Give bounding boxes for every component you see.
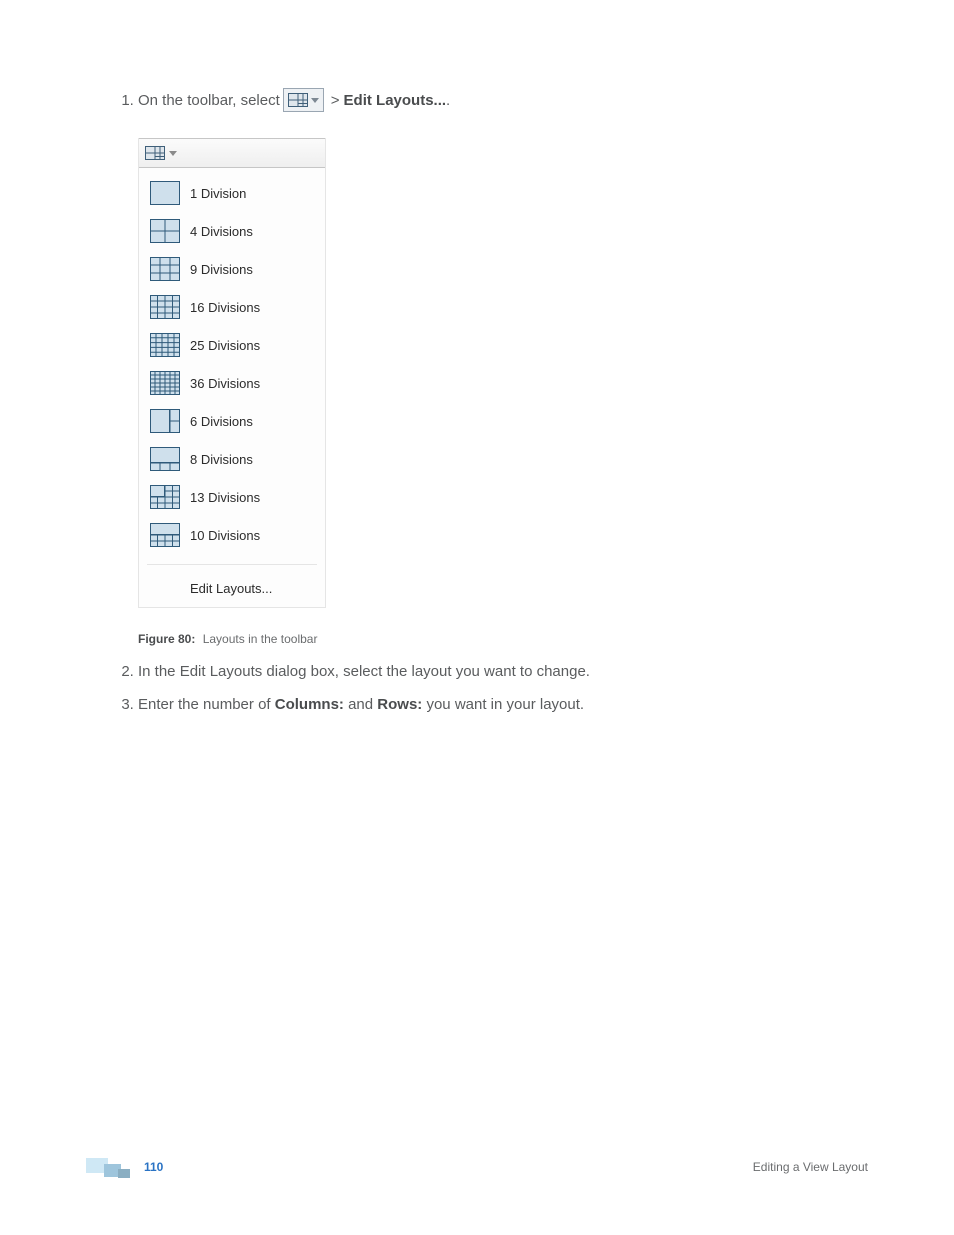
layout-grid-icon bbox=[149, 219, 180, 243]
layout-grid-icon bbox=[149, 181, 180, 205]
layout-grid-icon bbox=[149, 523, 180, 547]
layout-option-label: 16 Divisions bbox=[190, 300, 260, 315]
step-3: Enter the number of Columns: and Rows: y… bbox=[138, 693, 868, 716]
layout-option[interactable]: 8 Divisions bbox=[139, 440, 325, 478]
layout-option[interactable]: 10 Divisions bbox=[139, 516, 325, 554]
page-number: 110 bbox=[144, 1160, 163, 1174]
layout-option[interactable]: 6 Divisions bbox=[139, 402, 325, 440]
chevron-down-icon bbox=[169, 151, 177, 156]
dropdown-edit-layouts[interactable]: Edit Layouts... bbox=[139, 569, 325, 607]
layout-grid-icon bbox=[149, 257, 180, 281]
page-footer: 110 Editing a View Layout bbox=[86, 1155, 868, 1179]
layout-grid-icon bbox=[149, 371, 180, 395]
dropdown-separator bbox=[147, 564, 317, 565]
layout-option-label: 8 Divisions bbox=[190, 452, 253, 467]
layout-option-label: 9 Divisions bbox=[190, 262, 253, 277]
document-page: On the toolbar, select > Edit Layouts...… bbox=[0, 0, 954, 1235]
step-2: In the Edit Layouts dialog box, select t… bbox=[138, 660, 868, 683]
step1-separator: > bbox=[331, 89, 340, 112]
layout-option[interactable]: 13 Divisions bbox=[139, 478, 325, 516]
layout-option-label: 13 Divisions bbox=[190, 490, 260, 505]
step3-bold1: Columns: bbox=[275, 696, 344, 713]
layout-grid-icon bbox=[149, 447, 180, 471]
layout-grid-icon bbox=[288, 93, 308, 107]
dropdown-body: 1 Division 4 Divisions 9 Divisions 16 Divis… bbox=[139, 168, 325, 560]
layouts-dropdown-figure: 1 Division 4 Divisions 9 Divisions 16 Divis… bbox=[138, 138, 868, 608]
figure-caption: Figure 80: Layouts in the toolbar bbox=[138, 632, 868, 646]
layout-option-label: 6 Divisions bbox=[190, 414, 253, 429]
footer-title: Editing a View Layout bbox=[753, 1160, 868, 1174]
layout-option[interactable]: 16 Divisions bbox=[139, 288, 325, 326]
layouts-toolbar-button[interactable] bbox=[283, 88, 324, 112]
layout-option[interactable]: 9 Divisions bbox=[139, 250, 325, 288]
step3-prefix: Enter the number of bbox=[138, 696, 275, 713]
layout-option-label: 1 Division bbox=[190, 186, 246, 201]
dropdown-footer-label: Edit Layouts... bbox=[190, 581, 272, 596]
layout-option[interactable]: 25 Divisions bbox=[139, 326, 325, 364]
layout-option-label: 4 Divisions bbox=[190, 224, 253, 239]
layout-option[interactable]: 4 Divisions bbox=[139, 212, 325, 250]
step-1: On the toolbar, select > Edit Layouts...… bbox=[138, 88, 868, 112]
dropdown-header[interactable] bbox=[139, 138, 325, 168]
ordered-steps: On the toolbar, select > Edit Layouts...… bbox=[86, 88, 868, 112]
layout-option[interactable]: 36 Divisions bbox=[139, 364, 325, 402]
ordered-steps-continued: In the Edit Layouts dialog box, select t… bbox=[86, 660, 868, 717]
layout-option-label: 25 Divisions bbox=[190, 338, 260, 353]
layout-option-label: 10 Divisions bbox=[190, 528, 260, 543]
step1-bold: Edit Layouts... bbox=[344, 89, 447, 112]
layout-grid-icon bbox=[149, 485, 180, 509]
footer-logo-icon bbox=[86, 1155, 136, 1179]
step3-mid: and bbox=[344, 696, 377, 713]
chevron-down-icon bbox=[311, 98, 319, 103]
layout-grid-icon bbox=[149, 295, 180, 319]
figure-label: Figure 80: bbox=[138, 632, 195, 646]
figure-text: Layouts in the toolbar bbox=[203, 632, 318, 646]
layout-grid-icon bbox=[149, 409, 180, 433]
layout-grid-icon bbox=[145, 146, 165, 160]
step1-suffix: . bbox=[446, 89, 450, 112]
layout-option[interactable]: 1 Division bbox=[139, 174, 325, 212]
step3-suffix: you want in your layout. bbox=[422, 696, 584, 713]
layout-grid-icon bbox=[149, 333, 180, 357]
layout-option-label: 36 Divisions bbox=[190, 376, 260, 391]
layouts-dropdown: 1 Division 4 Divisions 9 Divisions 16 Divis… bbox=[138, 138, 326, 608]
step1-prefix: On the toolbar, select bbox=[138, 89, 280, 112]
step3-bold2: Rows: bbox=[377, 696, 422, 713]
